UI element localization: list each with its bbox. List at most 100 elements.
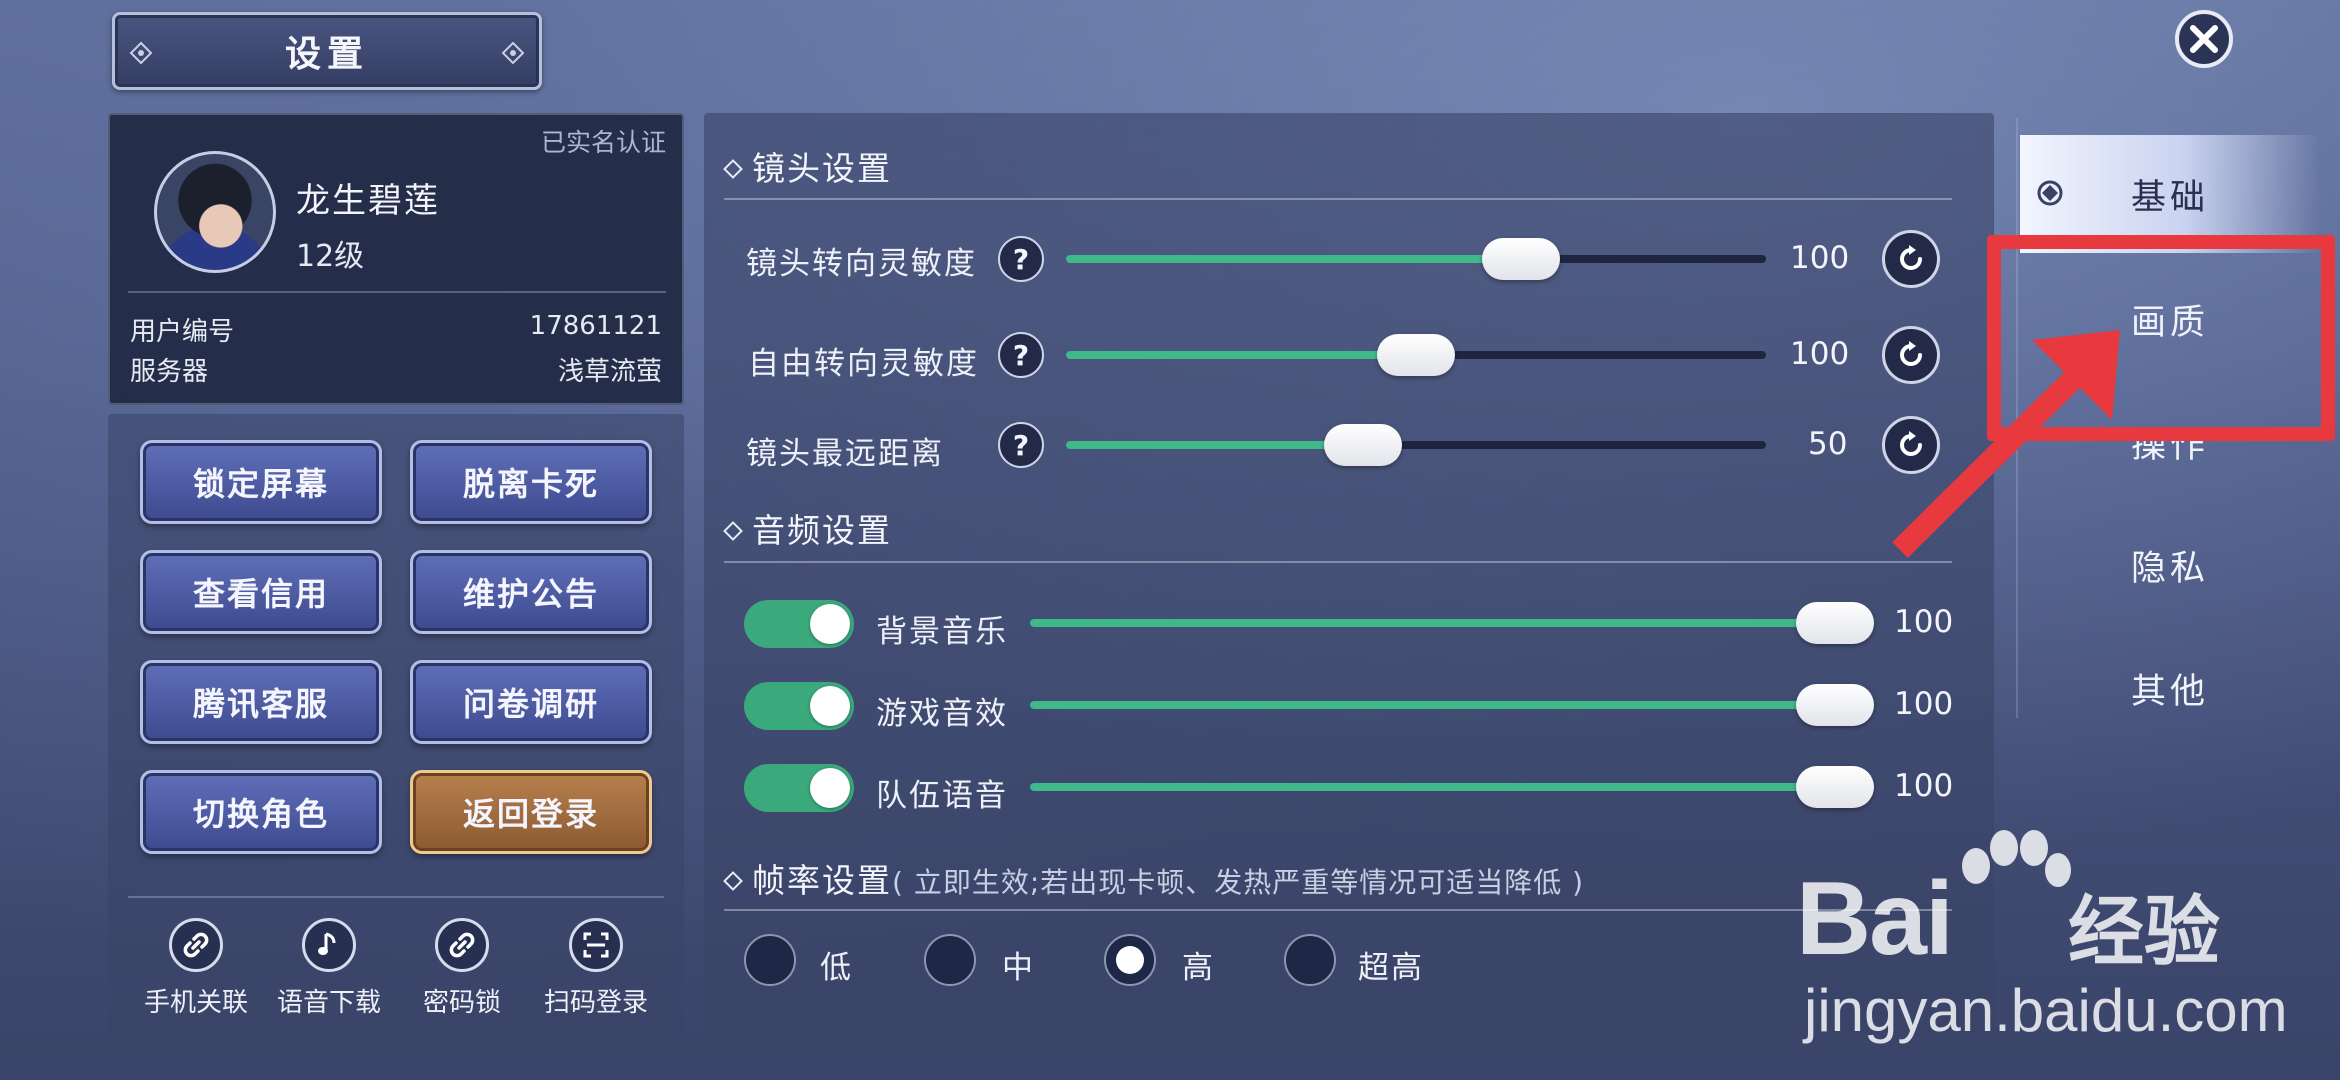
watermark-brand-cn: 经验 xyxy=(2068,887,2220,976)
slider-knob[interactable] xyxy=(1482,238,1560,280)
divider xyxy=(724,909,1952,911)
link-icon xyxy=(435,918,489,972)
framerate-option-high[interactable] xyxy=(1104,934,1156,986)
free-turn-sensitivity-slider[interactable] xyxy=(1066,334,1766,376)
ornament-icon xyxy=(501,41,525,65)
baidu-watermark: Bai 经验 jingyan.baidu.com xyxy=(1796,826,2288,1056)
camera-turn-sensitivity-label: 镜头转向灵敏度 xyxy=(746,246,977,282)
team-voice-toggle[interactable] xyxy=(744,764,854,812)
help-icon[interactable]: ? xyxy=(998,236,1044,282)
bgm-toggle[interactable] xyxy=(744,600,854,648)
close-icon xyxy=(2190,25,2218,53)
camera-turn-sensitivity-value: 100 xyxy=(1790,240,1850,276)
slider-knob[interactable] xyxy=(1377,334,1455,376)
paw-logo-icon xyxy=(1962,830,2071,887)
tab-label: 其他 xyxy=(2130,671,2209,712)
slider-knob[interactable] xyxy=(1796,602,1874,644)
sfx-toggle[interactable] xyxy=(744,682,854,730)
music-note-icon xyxy=(302,918,356,972)
framerate-option-label: 低 xyxy=(820,950,853,986)
radio-selected-dot xyxy=(1116,946,1144,974)
profile-card: 已实名认证 龙生碧莲 12级 用户编号 17861121 服务器 浅草流萤 xyxy=(108,113,684,405)
tab-other[interactable]: 其他 xyxy=(2020,629,2320,747)
verified-label: 已实名认证 xyxy=(540,128,666,157)
password-lock-action[interactable]: 密码锁 xyxy=(396,918,528,1019)
slider-fill xyxy=(1066,441,1360,449)
camera-max-distance-label: 镜头最远距离 xyxy=(746,436,944,472)
unstuck-button[interactable]: 脱离卡死 xyxy=(410,440,652,524)
framerate-option-medium[interactable] xyxy=(924,934,976,986)
team-voice-volume-slider[interactable] xyxy=(1030,766,1874,808)
watermark-url: jingyan.baidu.com xyxy=(1804,977,2288,1044)
reset-icon xyxy=(1900,245,1922,270)
help-icon[interactable]: ? xyxy=(998,422,1044,468)
ornament-icon xyxy=(129,41,153,65)
camera-max-distance-value: 50 xyxy=(1808,426,1848,462)
toggle-knob xyxy=(810,604,850,644)
bgm-value: 100 xyxy=(1894,604,1954,640)
camera-turn-sensitivity-slider[interactable] xyxy=(1066,238,1766,280)
watermark-brand: Bai xyxy=(1796,861,1954,977)
avatar[interactable] xyxy=(154,151,276,273)
server-value: 浅草流萤 xyxy=(557,357,662,387)
slider-knob[interactable] xyxy=(1796,766,1874,808)
free-turn-sensitivity-label: 自由转向灵敏度 xyxy=(748,346,979,382)
player-name: 龙生碧莲 xyxy=(296,181,440,221)
bgm-volume-slider[interactable] xyxy=(1030,602,1874,644)
toggle-knob xyxy=(810,768,850,808)
view-credit-button[interactable]: 查看信用 xyxy=(140,550,382,634)
phone-link-action[interactable]: 手机关联 xyxy=(130,918,262,1019)
annotation-arrow-icon xyxy=(1892,330,2120,558)
framerate-option-label: 高 xyxy=(1182,950,1215,986)
audio-section-title: 音频设置 xyxy=(722,504,892,552)
sfx-volume-slider[interactable] xyxy=(1030,684,1874,726)
help-icon[interactable]: ? xyxy=(998,332,1044,378)
diamond-icon xyxy=(723,521,743,541)
settings-title-plaque: 设置 xyxy=(112,12,542,90)
close-button[interactable] xyxy=(2175,10,2233,68)
diamond-icon xyxy=(723,871,743,891)
framerate-option-ultra[interactable] xyxy=(1284,934,1336,986)
tab-label: 基础 xyxy=(2130,177,2209,218)
quick-action-label: 手机关联 xyxy=(143,988,248,1018)
user-id-value: 17861121 xyxy=(529,311,662,341)
slider-fill xyxy=(1066,255,1521,263)
divider xyxy=(128,291,666,293)
bgm-label: 背景音乐 xyxy=(876,614,1008,650)
qr-login-action[interactable]: 扫码登录 xyxy=(530,918,662,1019)
sfx-value: 100 xyxy=(1894,686,1954,722)
camera-max-distance-slider[interactable] xyxy=(1066,424,1766,466)
user-id-label: 用户编号 xyxy=(130,317,235,347)
divider xyxy=(128,896,664,898)
framerate-option-low[interactable] xyxy=(744,934,796,986)
slider-fill xyxy=(1066,351,1416,359)
divider xyxy=(724,561,1952,563)
slider-fill xyxy=(1030,701,1870,709)
server-label: 服务器 xyxy=(130,357,209,387)
customer-service-button[interactable]: 腾讯客服 xyxy=(140,660,382,744)
link-icon xyxy=(169,918,223,972)
survey-button[interactable]: 问卷调研 xyxy=(410,660,652,744)
slider-fill xyxy=(1030,619,1870,627)
slider-knob[interactable] xyxy=(1796,684,1874,726)
lock-screen-button[interactable]: 锁定屏幕 xyxy=(140,440,382,524)
divider xyxy=(724,198,1952,200)
team-voice-value: 100 xyxy=(1894,768,1954,804)
qr-scan-icon xyxy=(569,918,623,972)
toggle-knob xyxy=(810,686,850,726)
slider-knob[interactable] xyxy=(1324,424,1402,466)
player-level: 12级 xyxy=(296,239,365,274)
camera-section-title: 镜头设置 xyxy=(722,142,892,190)
voice-download-action[interactable]: 语音下载 xyxy=(263,918,395,1019)
diamond-icon xyxy=(723,159,743,179)
reset-button[interactable] xyxy=(1882,230,1940,288)
maintenance-notice-button[interactable]: 维护公告 xyxy=(410,550,652,634)
framerate-section-title: 帧率设置( 立即生效;若出现卡顿、发热严重等情况可适当降低 ) xyxy=(722,854,1584,902)
page-title: 设置 xyxy=(284,34,369,75)
framerate-note: ( 立即生效;若出现卡顿、发热严重等情况可适当降低 ) xyxy=(892,866,1585,899)
switch-character-button[interactable]: 切换角色 xyxy=(140,770,382,854)
slider-fill xyxy=(1030,783,1870,791)
framerate-option-label: 超高 xyxy=(1358,950,1424,986)
sfx-label: 游戏音效 xyxy=(876,696,1008,732)
back-to-login-button[interactable]: 返回登录 xyxy=(410,770,652,854)
